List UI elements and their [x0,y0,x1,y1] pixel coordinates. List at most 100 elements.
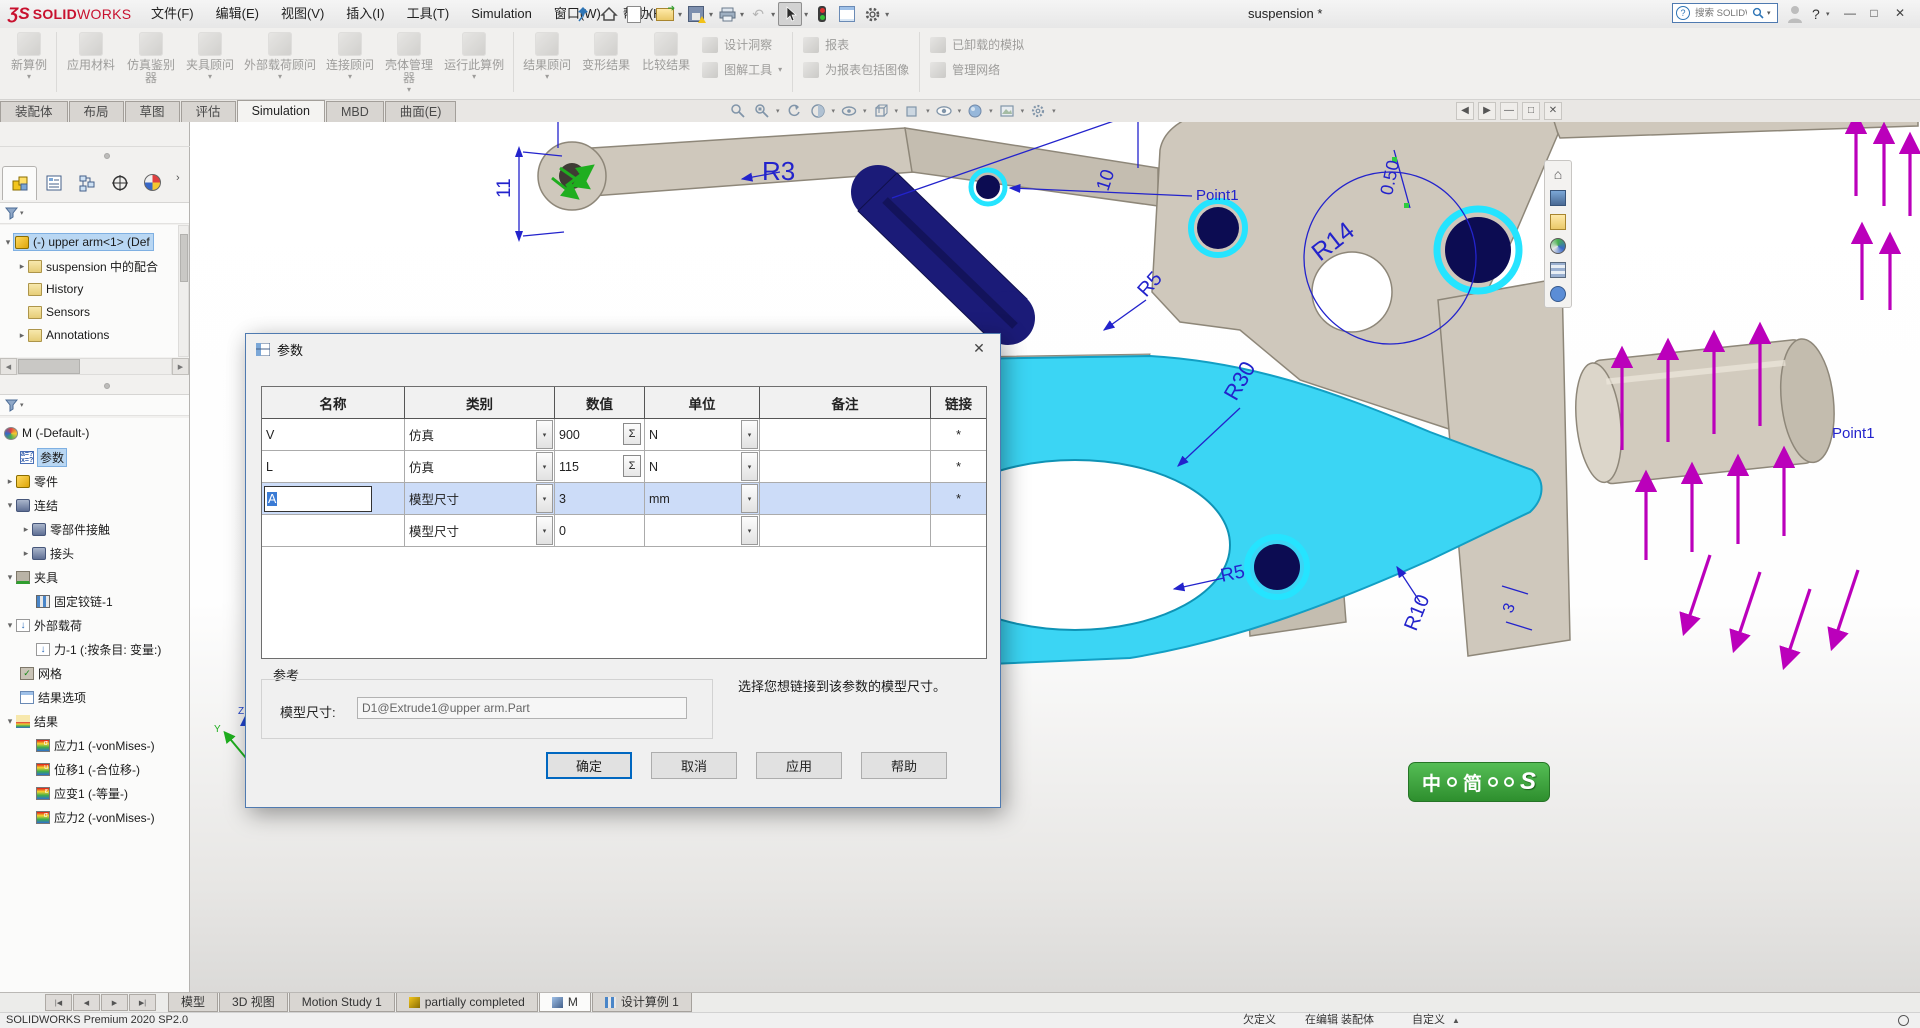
undo-dropdown[interactable]: ▾ [771,10,775,19]
tab-dimxpert-manager[interactable] [103,166,136,199]
knuckle-top-plate[interactable] [1540,122,1918,138]
doc-close-icon[interactable]: ✕ [1544,102,1562,120]
tab-partially-completed[interactable]: partially completed [396,993,538,1012]
next-document-icon[interactable]: ▶ [1478,102,1496,120]
open-document-dropdown[interactable]: ▾ [678,10,682,19]
cell-name[interactable]: V [262,419,405,451]
section-view-icon[interactable] [808,102,828,119]
search-magnifier-icon[interactable] [1752,7,1764,19]
name-edit-box[interactable]: A [264,486,372,512]
plot-tools-button[interactable]: 图解工具▾ [696,61,788,78]
upper-arm-links[interactable] [538,128,1158,210]
load-arrows-bottom-right[interactable] [1685,555,1858,664]
hscrollbar-thumb[interactable] [18,359,80,374]
doc-restore-icon[interactable]: □ [1522,102,1540,120]
cell-name[interactable]: L [262,451,405,483]
external-loads-advisor-button[interactable]: 外部载荷顾问▾ [239,28,321,81]
unit-dropdown-icon[interactable]: ▾ [741,452,758,481]
window-minimize-button[interactable]: — [1840,0,1860,26]
tab-simulation[interactable]: Simulation [237,100,325,122]
open-document-icon[interactable]: ➔ [654,3,676,25]
dialog-close-icon[interactable]: ✕ [970,340,988,357]
study-row-result-options[interactable]: 结果选项 [20,686,86,708]
cell-unit[interactable]: mm▾ [645,483,760,515]
panel-splitter-handle-2[interactable] [104,383,110,389]
appearances-icon[interactable] [1550,238,1566,254]
tab-configuration-manager[interactable] [70,166,103,199]
feature-tree-filter[interactable]: ▾ [0,202,189,224]
compare-results-button[interactable]: 比较结果 [636,28,696,72]
tab-sketch[interactable]: 草图 [125,101,180,122]
unit-dropdown-icon[interactable]: ▾ [741,484,758,513]
rebuild-icon[interactable] [811,3,833,25]
model-dimension-field[interactable] [357,697,687,719]
help-menu-dropdown[interactable]: ▾ [1826,10,1830,18]
display-style-icon[interactable] [902,102,922,119]
undo-icon[interactable]: ↶ [747,3,769,25]
study-row-mesh[interactable]: ✓网格 [20,662,62,684]
tab-mbd[interactable]: MBD [326,101,384,122]
options-gear-icon[interactable] [861,3,883,25]
doc-minimize-icon[interactable]: — [1500,102,1518,120]
cell-name-edit[interactable]: A [262,483,405,515]
window-restore-button[interactable]: □ [1864,0,1884,26]
apply-material-button[interactable]: 应用材料 [61,28,121,72]
study-tree-filter[interactable]: ▾ [0,394,189,416]
bushing-cylinder[interactable] [851,165,1035,345]
vscrollbar-thumb[interactable] [180,234,188,282]
cell-link[interactable] [931,515,986,547]
new-study-button[interactable]: 新算例▾ [6,28,52,81]
view-settings-icon[interactable] [1028,102,1048,119]
cell-value[interactable]: 115Σ [555,451,645,483]
deformed-result-button[interactable]: 变形结果 [576,28,636,72]
first-tab-icon[interactable]: |◀ [45,994,72,1011]
tab-design-study-1[interactable]: 设计算例 1 [592,993,692,1012]
customize-expand-icon[interactable]: ▲ [1452,1013,1460,1028]
study-row-parts[interactable]: ▸零件 [4,470,58,492]
include-image-for-report-button[interactable]: 为报表包括图像 [797,61,915,78]
study-row-parameters[interactable]: a=?x=?参数 [20,446,66,468]
cn-community-badge[interactable]: 中 简 S [1408,762,1550,802]
new-document-dropdown[interactable]: ▾ [647,10,651,19]
study-row-stress1[interactable]: σ应力1 (-vonMises-) [36,734,155,756]
run-study-button[interactable]: 运行此算例▾ [439,28,509,81]
offloaded-simulation-button[interactable]: 已卸载的模拟 [924,36,1030,53]
unit-dropdown-icon[interactable]: ▾ [741,420,758,449]
cell-link[interactable]: * [931,419,986,451]
study-row-strain1[interactable]: ε应变1 (-等量-) [36,782,128,804]
prev-tab-icon[interactable]: ◀ [73,994,100,1011]
connections-advisor-button[interactable]: 连接顾问▾ [321,28,379,81]
tab-model[interactable]: 模型 [168,993,218,1012]
unit-dropdown-icon[interactable]: ▾ [741,516,758,545]
tree-row-annotations[interactable]: ▸ Annotations [16,324,109,346]
cell-unit[interactable]: N▾ [645,451,760,483]
save-icon[interactable] [685,3,707,25]
tab-evaluate[interactable]: 评估 [181,101,236,122]
load-arrows-top-right[interactable] [1856,122,1910,310]
hide-show-items-icon[interactable] [934,102,954,119]
file-explorer-icon[interactable] [1550,214,1566,230]
study-row-component-contacts[interactable]: ▸零部件接触 [20,518,110,540]
apply-scene-icon[interactable] [997,102,1017,119]
print-dropdown[interactable]: ▾ [740,10,744,19]
tree-row-history[interactable]: History [28,278,83,300]
study-row-displacement1[interactable]: u位移1 (-合位移-) [36,758,140,780]
study-row-fixtures[interactable]: ▾夹具 [4,566,58,588]
select-tool-icon[interactable] [778,2,802,26]
tree-row-mates[interactable]: ▸ suspension 中的配合 [16,255,158,277]
next-tab-icon[interactable]: ▶ [101,994,128,1011]
category-dropdown-icon[interactable]: ▾ [536,484,553,513]
cell-note[interactable] [760,451,931,483]
menu-simulation[interactable]: Simulation [460,0,543,28]
cell-category[interactable]: 模型尺寸▾ [405,515,555,547]
status-globe-icon[interactable] [1898,1015,1909,1026]
study-row-fixed-hinge[interactable]: 固定铰链-1 [36,590,113,612]
print-icon[interactable] [716,3,738,25]
cell-name[interactable] [262,515,405,547]
pivot-cylinder[interactable] [1570,336,1840,486]
file-properties-icon[interactable] [836,3,858,25]
previous-view-icon[interactable] [784,102,804,119]
menu-tools[interactable]: 工具(T) [396,0,461,28]
cancel-button[interactable]: 取消 [651,752,737,779]
report-button[interactable]: 报表 [797,36,915,53]
